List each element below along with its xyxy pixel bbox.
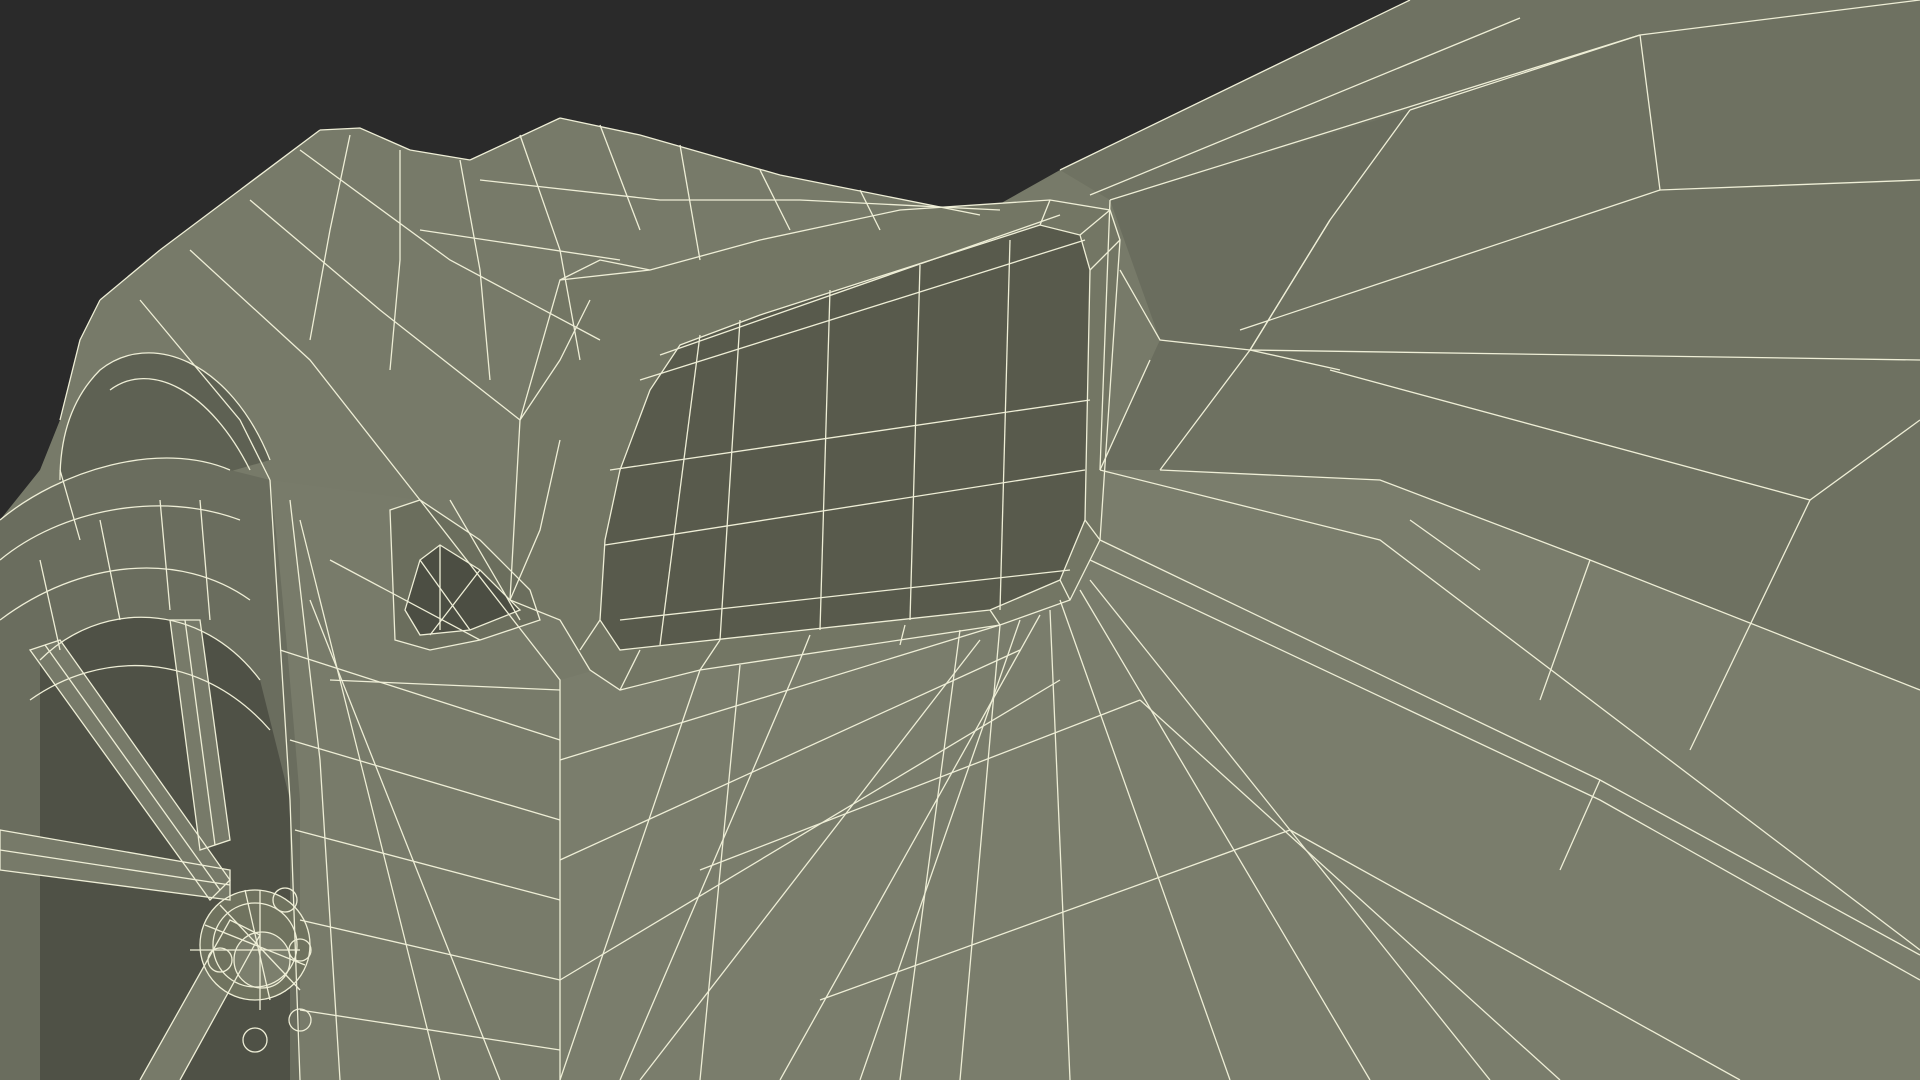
- 3d-viewport[interactable]: [0, 0, 1920, 1080]
- wireframe-render: [0, 0, 1920, 1080]
